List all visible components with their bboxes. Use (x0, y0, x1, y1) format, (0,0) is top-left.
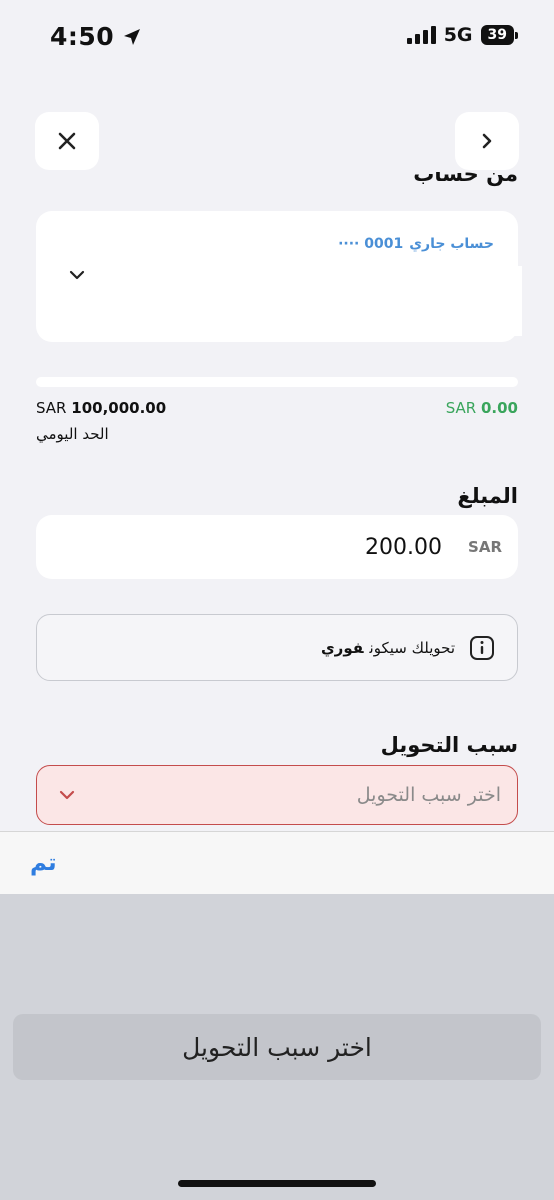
amount-input[interactable]: 200.00 SAR (36, 515, 518, 579)
location-arrow-icon (124, 28, 141, 45)
back-button[interactable] (455, 112, 519, 170)
home-indicator (178, 1180, 376, 1187)
chevron-right-icon (482, 133, 492, 149)
reason-title: سبب التحويل (380, 733, 518, 757)
transfer-info-banner: تحويلك سيكونفوري (36, 614, 518, 681)
amount-value: 200.00 (365, 534, 443, 560)
signal-icon (406, 26, 436, 44)
done-button[interactable]: تم (30, 850, 57, 876)
from-account-title: من حساب (413, 172, 518, 186)
battery-icon: 39 (480, 25, 519, 45)
chevron-down-icon (59, 790, 75, 800)
reason-placeholder: اختر سبب التحويل (356, 784, 501, 806)
picker-selected-option[interactable]: اختر سبب التحويل (13, 1014, 541, 1080)
info-icon (470, 635, 494, 660)
daily-limit-amount: SAR 100,000.00 (36, 399, 167, 417)
close-icon (58, 132, 76, 150)
status-time: 4:50 (50, 22, 142, 51)
account-redaction (146, 266, 522, 336)
account-number: 0001 ···· (338, 236, 404, 252)
status-indicators: 5G 39 (406, 24, 519, 46)
account-label: حساب جاري 0001 ···· (338, 236, 494, 252)
account-name: حساب جاري (409, 236, 494, 252)
chevron-down-icon (68, 266, 86, 285)
info-text: تحويلك سيكونفوري (320, 638, 455, 657)
reason-select[interactable]: اختر سبب التحويل (36, 765, 518, 825)
amount-title: المبلغ (457, 484, 518, 508)
picker-toolbar: تم (0, 831, 554, 894)
amount-currency: SAR (468, 538, 502, 556)
account-selector[interactable]: حساب جاري 0001 ···· (36, 211, 522, 342)
used-amount: SAR 0.00 (445, 399, 518, 417)
daily-limit-progress (36, 377, 518, 387)
network-label: 5G (443, 24, 473, 46)
daily-limit-label: الحد اليومي (36, 425, 109, 443)
reason-picker[interactable]: اختر سبب التحويل (0, 894, 554, 1200)
close-button[interactable] (35, 112, 99, 170)
